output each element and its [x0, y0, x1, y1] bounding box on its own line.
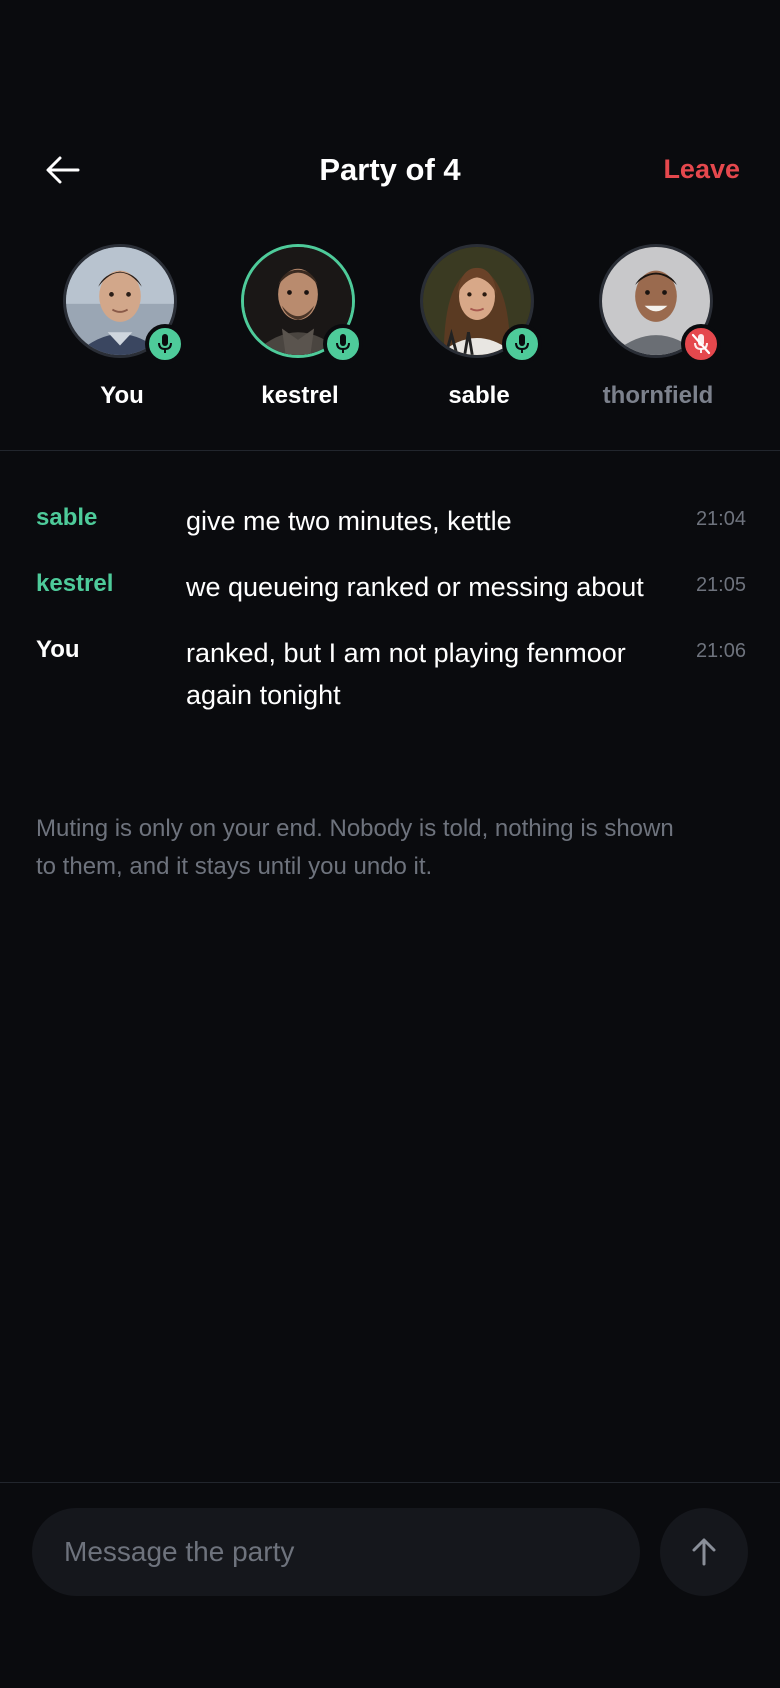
- message-author: You: [36, 636, 80, 663]
- mute-notice: Muting is only on your end. Nobody is to…: [36, 815, 674, 880]
- header: Party of 4 Leave: [0, 140, 780, 200]
- message-input[interactable]: [32, 1508, 640, 1596]
- member-kestrel[interactable]: kestrel: [210, 244, 390, 410]
- message-time: 21:04: [695, 508, 746, 530]
- member-thornfield[interactable]: thornfield: [568, 244, 748, 410]
- message-text: give me two minutes, kettle: [186, 506, 512, 536]
- microphone-muted-icon: [691, 333, 711, 355]
- mic-status-badge: [323, 324, 363, 364]
- microphone-icon: [158, 334, 172, 353]
- send-button[interactable]: [660, 1508, 748, 1596]
- party-screen: Party of 4 Leave You kestrel sable thorn…: [0, 0, 780, 1688]
- message-list: sable give me two minutes, kettle 21:04 …: [36, 500, 746, 740]
- mic-status-badge: [681, 324, 721, 364]
- member-name: thornfield: [602, 382, 714, 409]
- member-sable[interactable]: sable: [389, 244, 569, 410]
- message-time: 21:06: [695, 640, 746, 662]
- mic-status-badge: [502, 324, 542, 364]
- message-item: sable give me two minutes, kettle 21:04: [36, 500, 746, 542]
- message-item: You ranked, but I am not playing fenmoor…: [36, 632, 746, 716]
- microphone-icon: [515, 334, 529, 353]
- member-name: kestrel: [261, 382, 339, 409]
- message-author[interactable]: kestrel: [36, 566, 186, 608]
- member-name: sable: [448, 382, 510, 409]
- microphone-icon: [336, 334, 350, 353]
- divider: [0, 450, 780, 451]
- message-item: kestrel we queueing ranked or messing ab…: [36, 566, 746, 608]
- message-text: ranked, but I am not playing fenmoor aga…: [186, 638, 626, 710]
- member-you[interactable]: You: [32, 244, 212, 410]
- party-members: You kestrel sable thornfield: [0, 244, 780, 414]
- divider: [0, 1482, 780, 1483]
- message-text: we queueing ranked or messing about: [186, 572, 644, 602]
- mic-status-badge: [145, 324, 185, 364]
- message-author[interactable]: sable: [36, 500, 186, 542]
- arrow-up-icon: [692, 1538, 716, 1566]
- message-time: 21:05: [695, 574, 746, 596]
- leave-button[interactable]: Leave: [663, 154, 740, 185]
- member-name: You: [100, 382, 144, 409]
